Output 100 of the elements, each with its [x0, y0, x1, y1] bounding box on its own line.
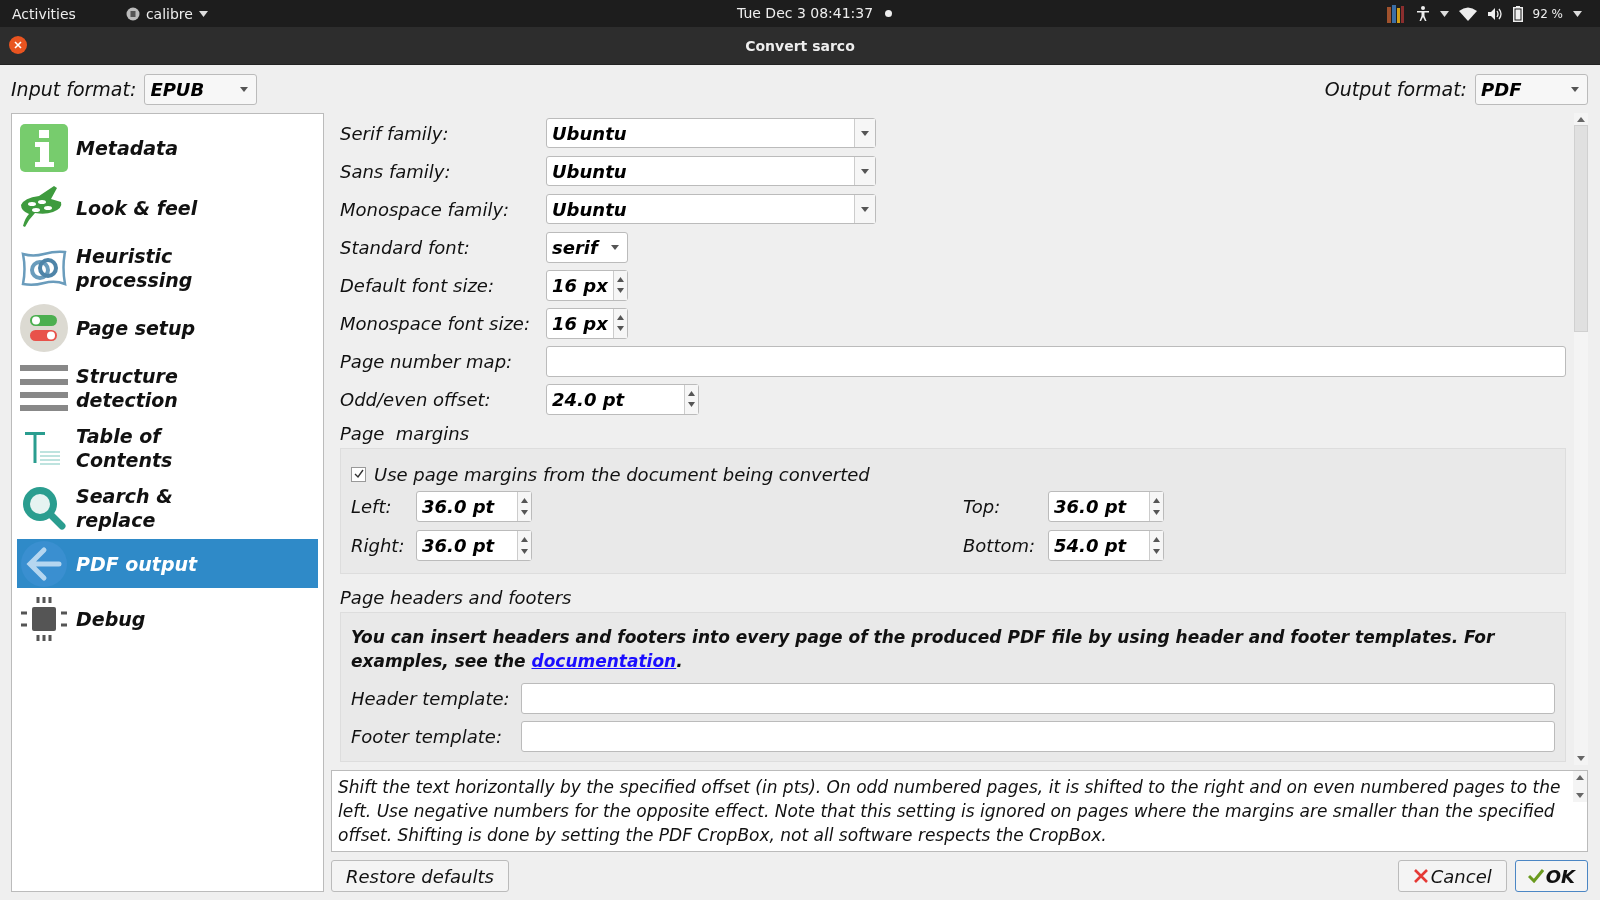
checkmark-icon — [1527, 869, 1544, 883]
spin-box[interactable]: 36.0 pt — [1048, 491, 1164, 522]
down-arrow-icon[interactable] — [521, 509, 528, 515]
input-format-label: Input format: — [11, 78, 137, 100]
down-arrow-icon[interactable] — [1576, 793, 1584, 798]
caret-icon — [198, 10, 208, 17]
scrollbar[interactable] — [1574, 113, 1588, 765]
toggle-switches-icon — [20, 304, 68, 352]
restore-defaults-button[interactable]: Restore defaults — [331, 860, 509, 892]
window-title: Convert sarco — [745, 37, 855, 54]
section-title: Page headers and footers — [340, 585, 573, 610]
output-format-label: Output format: — [1324, 78, 1467, 100]
description-text: You can insert headers and footers into every page of the produced PDF file by using header and footer templates. For examples, see the documentation. — [351, 626, 1496, 673]
down-arrow-icon[interactable] — [617, 326, 624, 332]
caret-icon[interactable] — [1573, 10, 1582, 17]
app-icon — [125, 6, 140, 21]
field-label: Footer template: — [351, 725, 503, 747]
field-label: Monospace font size: — [340, 312, 531, 334]
spin-box[interactable]: 16 px — [546, 269, 628, 301]
down-arrow-icon[interactable] — [617, 288, 624, 294]
font-dropdown[interactable]: Ubuntu — [546, 194, 876, 224]
field-label: Standard font: — [340, 236, 471, 258]
field-label: Odd/even offset: — [340, 388, 492, 410]
section-title: Page margins — [340, 421, 470, 446]
chip-icon — [20, 595, 68, 643]
input-field[interactable] — [521, 682, 1555, 714]
field-label: Serif family: — [340, 122, 450, 144]
clock[interactable]: Tue Dec 3 08:41:37 — [737, 5, 874, 21]
field-label: Header template: — [351, 687, 511, 709]
cancel-button[interactable]: Cancel — [1397, 860, 1507, 892]
scrollbar[interactable] — [1573, 771, 1587, 802]
sidebar-item[interactable]: Look & feel — [17, 178, 318, 238]
input-field[interactable] — [521, 720, 1555, 752]
input-format-dropdown[interactable]: EPUB — [144, 73, 258, 105]
accessibility-icon[interactable] — [1415, 5, 1430, 22]
books-icon[interactable] — [1385, 3, 1406, 24]
activities-button[interactable]: Activities — [12, 5, 76, 22]
up-arrow-icon[interactable] — [688, 390, 695, 396]
sidebar-item[interactable]: Page setup — [17, 298, 318, 358]
down-arrow-icon[interactable] — [688, 402, 695, 408]
lines-icon — [20, 364, 68, 412]
margin-label: Top: — [963, 496, 1002, 517]
up-arrow-icon[interactable] — [1153, 498, 1160, 504]
caret-icon — [240, 86, 249, 92]
input-field[interactable] — [546, 345, 1566, 377]
down-arrow-icon[interactable] — [1153, 509, 1160, 515]
field-label: Page number map: — [340, 350, 514, 372]
down-arrow-icon[interactable] — [1153, 548, 1160, 554]
spin-box[interactable]: 36.0 pt — [416, 491, 532, 522]
caret-icon — [611, 244, 619, 250]
up-arrow-icon[interactable] — [1153, 537, 1160, 543]
field-label: Sans family: — [340, 160, 452, 182]
sidebar-item[interactable]: Metadata — [17, 118, 318, 178]
ok-button[interactable]: OK — [1514, 860, 1588, 892]
down-arrow-icon[interactable] — [521, 548, 528, 554]
margin-label: Left: — [351, 496, 393, 517]
caret-icon — [1571, 86, 1579, 92]
caret-icon[interactable] — [1439, 10, 1449, 17]
volume-icon[interactable] — [1486, 6, 1503, 21]
up-arrow-icon[interactable] — [521, 537, 528, 543]
checkbox-label[interactable]: Use page margins from the document being converted — [374, 463, 870, 485]
info-icon — [20, 124, 68, 172]
up-arrow-icon[interactable] — [1577, 117, 1585, 122]
sidebar-item[interactable]: Search & replace — [17, 478, 318, 538]
help-text: Shift the text horizontally by the specified offset (in pts). On odd numbered pages, it is shifted to the right and on even numbered pages to the left. Use negative numbers for the opposite effect. Note that this setting is ignored on pages where the margins are smaller than the specified offset. Shifting is done by setting the PDF CropBox, not all software respects the CropBox. — [337, 776, 1562, 847]
sidebar-item[interactable]: PDF output — [17, 539, 318, 588]
margin-label: Right: — [351, 535, 406, 556]
spin-box[interactable]: 24.0 pt — [546, 383, 699, 415]
wifi-icon[interactable] — [1458, 6, 1477, 21]
font-dropdown[interactable]: Ubuntu — [546, 156, 876, 186]
spin-box[interactable]: 54.0 pt — [1048, 530, 1164, 561]
close-button[interactable] — [9, 36, 27, 54]
spin-box[interactable]: 36.0 pt — [416, 530, 532, 561]
up-arrow-icon[interactable] — [1576, 775, 1584, 780]
down-arrow-icon[interactable] — [1577, 756, 1585, 761]
caret-icon — [861, 130, 869, 136]
close-icon — [1412, 868, 1429, 884]
output-format-dropdown[interactable]: PDF — [1475, 73, 1588, 105]
field-label: Default font size: — [340, 274, 495, 296]
battery-icon[interactable] — [1512, 5, 1523, 22]
font-dropdown[interactable]: Ubuntu — [546, 118, 876, 148]
up-arrow-icon[interactable] — [617, 276, 624, 282]
sidebar-item[interactable]: Debug — [17, 589, 318, 649]
font-dropdown[interactable]: serif — [546, 231, 628, 263]
sidebar-item[interactable]: Structure detection — [17, 358, 318, 418]
spin-box[interactable]: 16 px — [546, 307, 628, 339]
caret-icon — [861, 206, 869, 212]
checkbox[interactable] — [351, 466, 366, 482]
sidebar-item[interactable]: Table of Contents — [17, 418, 318, 478]
margin-label: Bottom: — [963, 535, 1037, 556]
battery-percentage[interactable]: 92 % — [1532, 6, 1563, 21]
sidebar-item[interactable]: Heuristic processing — [17, 238, 318, 298]
search-icon — [20, 484, 68, 532]
up-arrow-icon[interactable] — [521, 498, 528, 504]
field-label: Monospace family: — [340, 198, 511, 220]
app-menu[interactable]: calibre — [125, 5, 208, 22]
up-arrow-icon[interactable] — [617, 314, 624, 320]
notification-dot-icon — [885, 10, 892, 17]
caret-icon — [861, 168, 869, 174]
documentation-link[interactable]: documentation — [531, 651, 677, 671]
